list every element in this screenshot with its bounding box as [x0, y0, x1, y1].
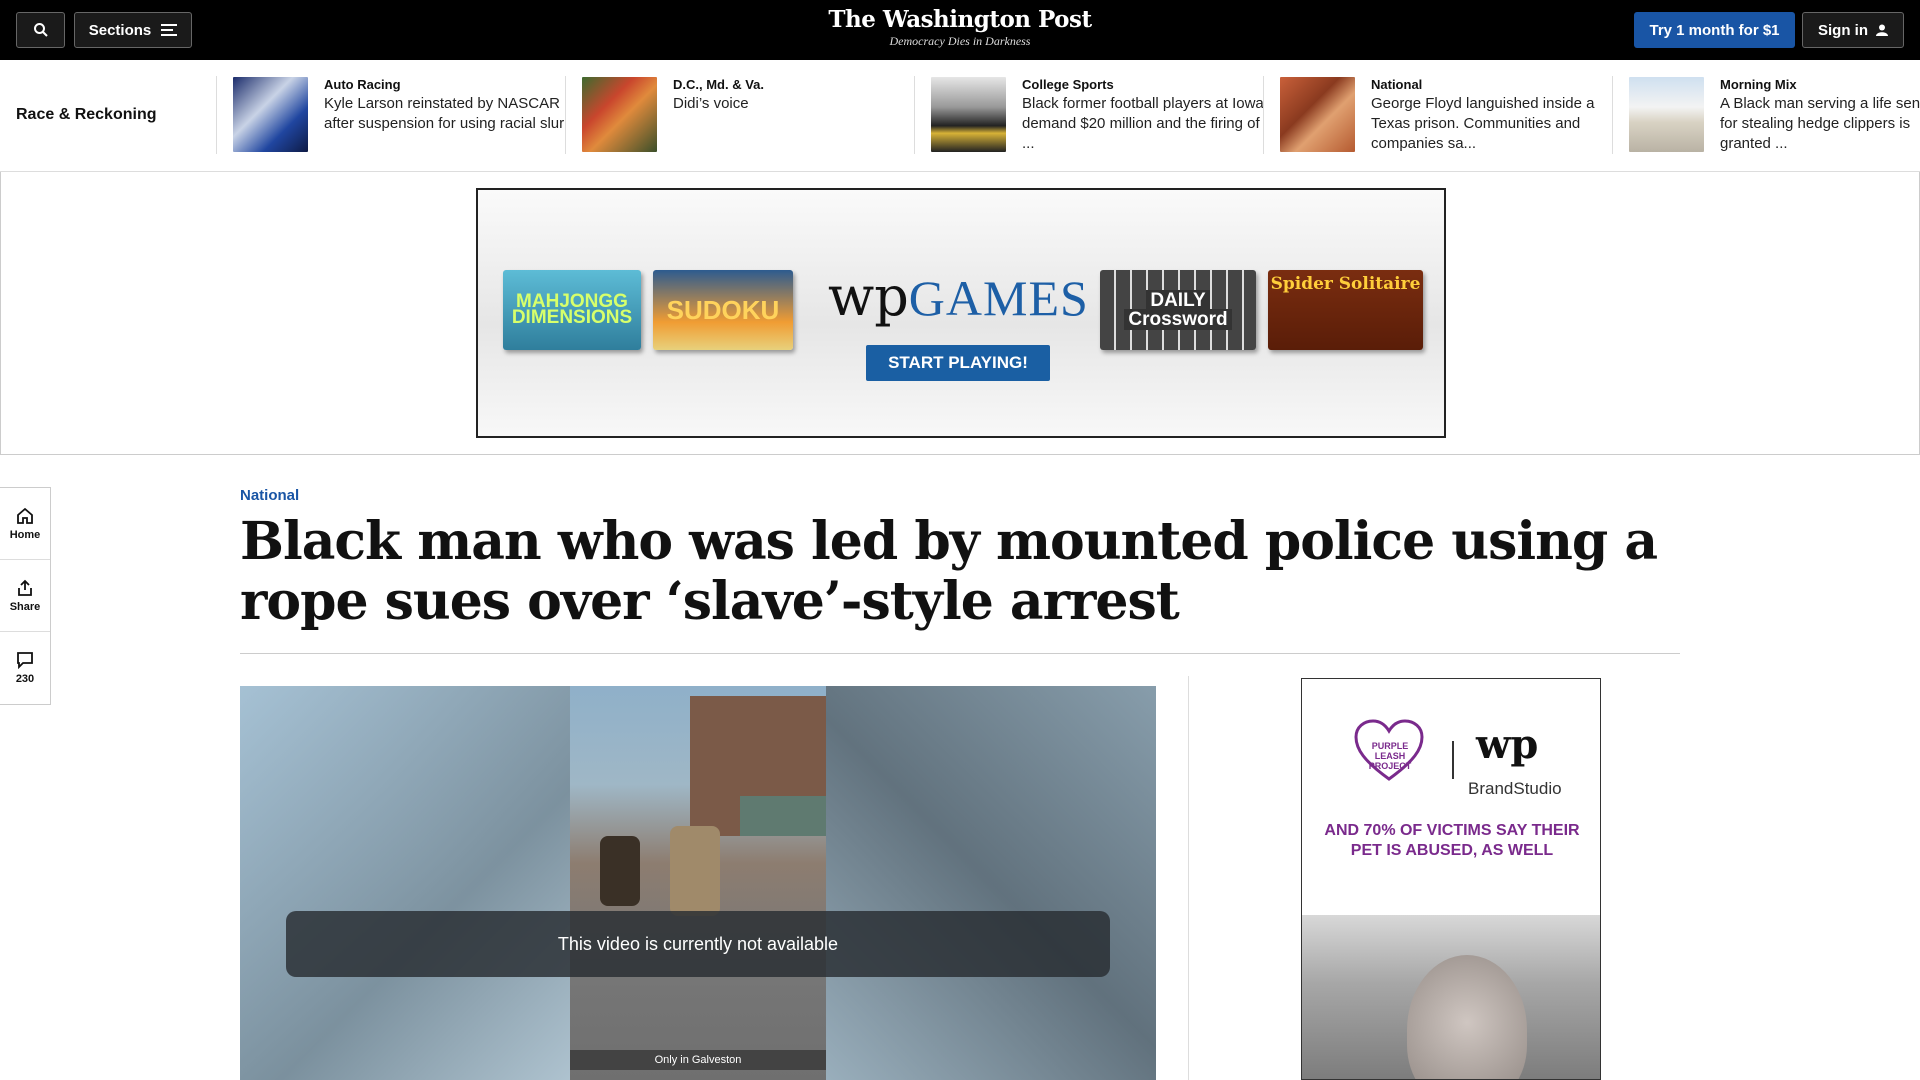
article-video-player[interactable]: This video is currently not available On…	[240, 686, 1156, 1080]
search-button[interactable]	[16, 12, 65, 48]
ad-statistic: AND 70% OF VICTIMS SAY THEIR PET IS ABUS…	[1324, 822, 1580, 859]
story-thumbnail	[582, 77, 657, 152]
strip-divider	[914, 76, 915, 154]
purple-leash-label: PURPLE LEASH PROJECT	[1368, 741, 1412, 771]
home-button[interactable]: Home	[0, 488, 50, 560]
comments-button[interactable]: 230	[0, 632, 50, 704]
subscribe-button[interactable]: Try 1 month for $1	[1634, 12, 1795, 48]
strip-title[interactable]: Race & Reckoning	[16, 106, 156, 124]
race-reckoning-strip: Race & Reckoning Auto Racing Kyle Larson…	[0, 60, 1920, 172]
sections-menu-button[interactable]: Sections	[74, 12, 192, 48]
comment-icon	[17, 652, 33, 669]
ad-divider	[1452, 741, 1454, 779]
site-logo[interactable]: The Washington Post Democracy Dies in Da…	[760, 6, 1160, 49]
story-kicker: National	[1371, 77, 1423, 92]
wp-games-ad[interactable]: MAHJONGG DIMENSIONS SUDOKU wpGAMES START…	[476, 188, 1446, 438]
sign-in-label: Sign in	[1818, 21, 1868, 39]
strip-story[interactable]: Morning Mix A Black man serving a life s…	[1629, 77, 1920, 157]
wp-monogram: wp	[828, 265, 909, 328]
brandstudio-label: BrandStudio	[1468, 779, 1562, 798]
video-awning	[740, 796, 826, 836]
story-thumbnail	[1280, 77, 1355, 152]
story-headline: George Floyd languished inside a Texas p…	[1371, 95, 1595, 152]
mahjongg-tile[interactable]: MAHJONGG DIMENSIONS	[503, 270, 641, 350]
top-navigation-bar: Sections The Washington Post Democracy D…	[0, 0, 1920, 60]
sudoku-tile[interactable]: SUDOKU	[653, 270, 793, 350]
hamburger-icon	[161, 24, 178, 36]
crossword-line1: DAILY	[1146, 290, 1210, 311]
top-ad-container: MAHJONGG DIMENSIONS SUDOKU wpGAMES START…	[0, 172, 1920, 455]
sign-in-button[interactable]: Sign in	[1802, 12, 1904, 48]
games-wordmark: GAMES	[908, 270, 1089, 326]
crossword-line2: Crossword	[1124, 309, 1232, 330]
story-headline: Didi’s voice	[673, 95, 749, 112]
share-button[interactable]: Share	[0, 560, 50, 632]
spider-solitaire-tile[interactable]: Spider Solitaire	[1268, 270, 1423, 350]
strip-divider	[1263, 76, 1264, 154]
video-blur-left	[240, 686, 570, 1080]
crossword-tile[interactable]: DAILY Crossword	[1100, 270, 1256, 350]
story-headline: Black former football players at Iowa de…	[1022, 95, 1264, 152]
wp-monogram: wp	[1476, 721, 1539, 768]
strip-divider	[565, 76, 566, 154]
story-headline: A Black man serving a life sentence for …	[1720, 95, 1920, 152]
brandstudio-side-ad[interactable]: PURPLE LEASH PROJECT wp BrandStudio AND …	[1301, 678, 1601, 1080]
sections-label: Sections	[88, 21, 152, 39]
video-watermark: Only in Galveston	[570, 1050, 826, 1070]
story-thumbnail	[931, 77, 1006, 152]
user-icon	[1876, 24, 1888, 36]
strip-story[interactable]: College Sports Black former football pla…	[931, 77, 1271, 157]
story-thumbnail	[1629, 77, 1704, 152]
share-icon	[18, 579, 32, 596]
strip-story[interactable]: National George Floyd languished inside …	[1280, 77, 1620, 157]
video-blur-right	[826, 686, 1156, 1080]
article-section-label[interactable]: National	[240, 487, 299, 504]
story-kicker: College Sports	[1022, 77, 1114, 92]
comment-count: 230	[15, 673, 35, 685]
video-unavailable-message: This video is currently not available	[286, 911, 1110, 977]
column-divider	[1188, 676, 1189, 1080]
story-kicker: Auto Racing	[324, 77, 401, 92]
strip-divider	[216, 76, 217, 154]
story-kicker: Morning Mix	[1720, 77, 1797, 92]
headline-divider	[240, 653, 1680, 654]
logo-name: The Washington Post	[828, 6, 1092, 33]
video-frame	[570, 686, 826, 1080]
search-icon	[33, 23, 48, 37]
strip-story[interactable]: Auto Racing Kyle Larson reinstated by NA…	[233, 77, 573, 157]
story-thumbnail	[233, 77, 308, 152]
home-label: Home	[9, 528, 41, 541]
share-label: Share	[9, 600, 41, 613]
article-side-rail: Home Share 230	[0, 487, 51, 705]
ad-photo-subject	[1407, 955, 1527, 1079]
video-rider-right	[670, 826, 720, 916]
start-playing-button[interactable]: START PLAYING!	[866, 345, 1050, 381]
story-headline: Kyle Larson reinstated by NASCAR after s…	[324, 95, 565, 132]
story-kicker: D.C., Md. & Va.	[673, 77, 765, 92]
strip-divider	[1612, 76, 1613, 154]
article-headline: Black man who was led by mounted police …	[240, 511, 1658, 632]
home-icon	[17, 507, 33, 524]
wp-games-logo: wpGAMES	[828, 270, 1088, 326]
strip-story[interactable]: D.C., Md. & Va. Didi’s voice	[582, 77, 922, 157]
ad-photo	[1302, 915, 1600, 1079]
logo-tagline: Democracy Dies in Darkness	[889, 34, 1031, 48]
video-rider-left	[600, 836, 640, 906]
